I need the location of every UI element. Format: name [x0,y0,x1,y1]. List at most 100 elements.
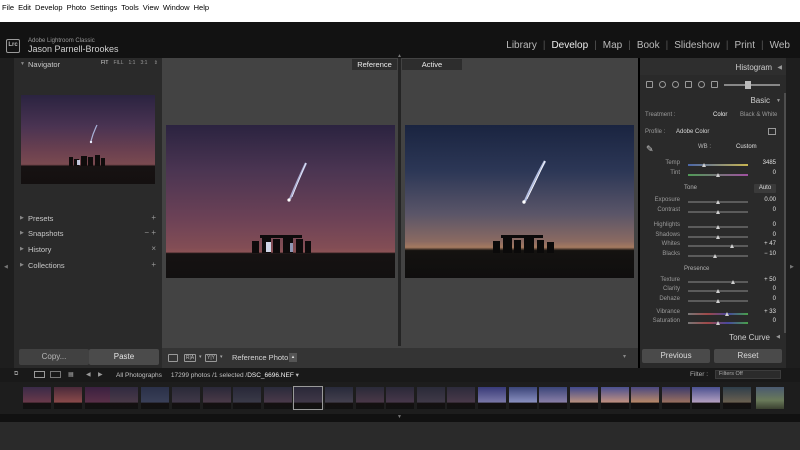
filmstrip-thumbnail[interactable] [447,387,475,409]
filmstrip-thumbnail[interactable] [325,387,353,409]
tone-curve-title[interactable]: Tone Curve [729,333,770,342]
filmstrip-thumbnail[interactable] [509,387,537,409]
snapshots-panel-header[interactable]: ▶ Snapshots − + [14,227,162,241]
zoom-dropdown-icon[interactable]: ⇕ [154,60,158,66]
grid-icon[interactable]: ▦ [68,371,74,378]
filmstrip-thumbnail[interactable] [356,387,384,409]
filmstrip-thumbnail[interactable] [203,387,231,409]
filmstrip-thumbnail[interactable] [172,387,200,409]
dehaze-value[interactable]: 0 [773,296,776,302]
treatment-bw-option[interactable]: Black & White [740,112,777,118]
temp-value[interactable]: 3485 [763,160,776,166]
paste-button[interactable]: Paste [89,349,159,365]
contrast-slider-row[interactable]: Contrast 0 [640,207,786,215]
basic-panel-title[interactable]: Basic [750,96,770,105]
secondary-display-icon[interactable]: ⧉ [14,371,18,378]
texture-slider-row[interactable]: Texture + 50 [640,277,786,285]
toolbar-menu-icon[interactable]: ▾ [623,353,626,360]
wb-dropdown[interactable]: Custom [736,144,757,150]
radial-filter-icon[interactable] [698,81,705,88]
tool-strip-slider-knob[interactable] [745,81,751,89]
menu-settings[interactable]: Settings [90,3,117,12]
temp-slider-row[interactable]: Temp 3485 [640,160,786,168]
contrast-value[interactable]: 0 [773,207,776,213]
wb-eyedropper-icon[interactable]: ✎ [646,144,656,156]
second-window-icon[interactable] [50,371,61,378]
filmstrip-thumbnail[interactable] [570,387,598,409]
collapse-left-icon[interactable]: ◀ [4,264,8,270]
shadows-value[interactable]: 0 [773,232,776,238]
spot-removal-icon[interactable] [659,81,666,88]
zoom-fill[interactable]: FILL [113,60,123,66]
filter-dropdown[interactable]: Filters Off [715,370,781,379]
whites-slider-track[interactable] [688,245,748,247]
navigator-preview[interactable] [21,95,155,184]
tint-slider-row[interactable]: Tint 0 [640,170,786,178]
module-slideshow[interactable]: Slideshow [668,40,726,51]
filmstrip-thumbnail[interactable] [631,387,659,409]
brush-tool-icon[interactable] [711,81,718,88]
vibrance-slider-row[interactable]: Vibrance + 33 [640,309,786,317]
tint-slider-knob[interactable] [715,173,720,177]
previous-button[interactable]: Previous [642,349,710,363]
filmstrip-toggle-icon[interactable]: ▼ [397,414,402,420]
exposure-slider-row[interactable]: Exposure 0.00 [640,197,786,205]
previous-arrow-icon[interactable]: ◀ [86,371,91,378]
filmstrip-source[interactable]: All Photographs [116,372,162,379]
filmstrip-thumbnail[interactable] [293,386,323,410]
filmstrip-thumbnail[interactable] [478,387,506,409]
zoom-3-1[interactable]: 3:1 [140,60,147,66]
red-eye-icon[interactable] [672,81,679,88]
filmstrip-thumbnail[interactable] [692,387,720,409]
filmstrip-thumbnail[interactable] [110,387,138,409]
whites-slider-row[interactable]: Whites + 47 [640,241,786,249]
exposure-value[interactable]: 0.00 [764,197,776,203]
whites-value[interactable]: + 47 [764,241,776,247]
vibrance-value[interactable]: + 33 [764,309,776,315]
reference-photo[interactable] [166,125,395,278]
histogram-header[interactable]: Histogram ◀ [640,58,786,75]
module-library[interactable]: Library [500,40,543,51]
reference-photo-dropdown-icon[interactable]: ▴ [289,353,297,362]
saturation-value[interactable]: 0 [773,318,776,324]
tool-strip-slider[interactable] [724,84,780,86]
reset-button[interactable]: Reset [714,349,782,363]
add-preset-icon[interactable]: + [151,213,156,222]
menu-window[interactable]: Window [163,3,190,12]
dehaze-slider-row[interactable]: Dehaze 0 [640,296,786,304]
highlights-slider-row[interactable]: Highlights 0 [640,222,786,230]
next-arrow-icon[interactable]: ▶ [98,371,103,378]
reference-view-icon[interactable]: Y|Y [205,354,217,362]
module-book[interactable]: Book [631,40,666,51]
filmstrip-thumbnail[interactable] [141,387,169,409]
profile-browser-icon[interactable] [768,128,776,135]
filmstrip-thumbnail[interactable] [723,387,751,409]
texture-value[interactable]: + 50 [764,277,776,283]
filmstrip-thumbnail[interactable] [756,387,784,409]
profile-dropdown[interactable]: Adobe Color [676,129,709,135]
module-develop[interactable]: Develop [545,40,594,51]
vibrance-slider-track[interactable] [688,313,748,315]
right-panel-edge[interactable]: ▶ [786,58,800,368]
filmstrip-thumbnail[interactable] [601,387,629,409]
zoom-fit[interactable]: FIT [101,60,109,66]
zoom-1-1[interactable]: 1:1 [129,60,136,66]
contrast-slider-knob[interactable] [715,210,720,214]
highlights-value[interactable]: 0 [773,222,776,228]
highlights-slider-knob[interactable] [715,225,720,229]
history-panel-header[interactable]: ▶ History × [14,243,162,257]
shadows-slider-row[interactable]: Shadows 0 [640,232,786,240]
clarity-slider-row[interactable]: Clarity 0 [640,286,786,294]
texture-slider-knob[interactable] [730,280,735,284]
copy-button[interactable]: Copy... [19,349,89,365]
saturation-slider-row[interactable]: Saturation 0 [640,318,786,326]
blacks-slider-track[interactable] [688,255,748,257]
active-photo[interactable] [405,125,634,278]
blacks-slider-row[interactable]: Blacks − 10 [640,251,786,259]
module-map[interactable]: Map [597,40,628,51]
exposure-slider-knob[interactable] [715,200,720,204]
blacks-value[interactable]: − 10 [764,251,776,257]
filmstrip-thumbnail[interactable] [54,387,82,409]
graduated-filter-icon[interactable] [685,81,692,88]
blacks-slider-knob[interactable] [712,254,717,258]
